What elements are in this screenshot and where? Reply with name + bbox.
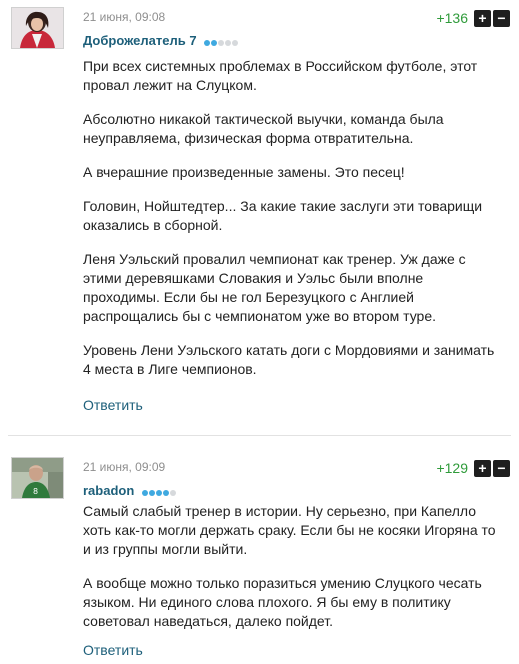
author-name[interactable]: rabadon — [83, 483, 177, 499]
author-name[interactable]: Доброжелатель 7 — [83, 33, 239, 49]
comment-date: 21 июня, 09:09 — [83, 460, 166, 474]
reply-link[interactable]: Ответить — [83, 397, 143, 413]
upvote-button[interactable]: + — [474, 459, 491, 477]
comment-paragraph: Абсолютно никакой тактической выучки, ко… — [83, 111, 444, 146]
upvote-button[interactable]: + — [474, 9, 491, 27]
downvote-button[interactable]: − — [493, 9, 510, 27]
rating-dot — [141, 490, 148, 497]
comment-paragraph: Головин, Нойштедтер... За какие такие за… — [83, 198, 483, 233]
rating-dot — [148, 490, 155, 497]
rating-dot — [211, 40, 218, 47]
comment-score: +136 — [436, 10, 468, 26]
rating-dot — [218, 40, 225, 47]
comment-body: Самый слабый тренер в истории. Ну серьез… — [83, 502, 503, 646]
svg-text:8: 8 — [33, 487, 38, 496]
rating-dot — [225, 40, 232, 47]
author-name-label[interactable]: Доброжелатель 7 — [83, 33, 197, 48]
reply-link[interactable]: Ответить — [83, 642, 143, 658]
comment-paragraph: Самый слабый тренер в истории. Ну серьез… — [83, 503, 496, 557]
user-rating — [204, 34, 239, 49]
rating-dot — [232, 40, 239, 47]
comment-divider — [8, 435, 511, 436]
rating-dot — [204, 40, 211, 47]
comment-date: 21 июня, 09:08 — [83, 10, 166, 24]
comment-paragraph: А вообще можно только поразиться умению … — [83, 575, 482, 629]
downvote-button[interactable]: − — [493, 459, 510, 477]
comment-paragraph: А вчерашние произведенные замены. Это пе… — [83, 164, 405, 180]
vote-panel: +136 + − — [436, 9, 510, 27]
avatar[interactable]: 8 — [11, 457, 64, 499]
comment-paragraph: Леня Уэльский провалил чемпионат как тре… — [83, 251, 466, 324]
user-rating — [141, 484, 177, 499]
rating-dot — [162, 490, 169, 497]
author-name-label[interactable]: rabadon — [83, 483, 134, 498]
avatar[interactable] — [11, 7, 64, 49]
comment-body: При всех системных проблемах в Российско… — [83, 57, 503, 394]
comment-paragraph: При всех системных проблемах в Российско… — [83, 58, 478, 93]
comment-paragraph: Уровень Лени Уэльского катать доги с Мор… — [83, 342, 495, 377]
rating-dot — [169, 490, 176, 497]
rating-dot — [155, 490, 162, 497]
vote-panel: +129 + − — [436, 459, 510, 477]
comment-score: +129 — [436, 460, 468, 476]
